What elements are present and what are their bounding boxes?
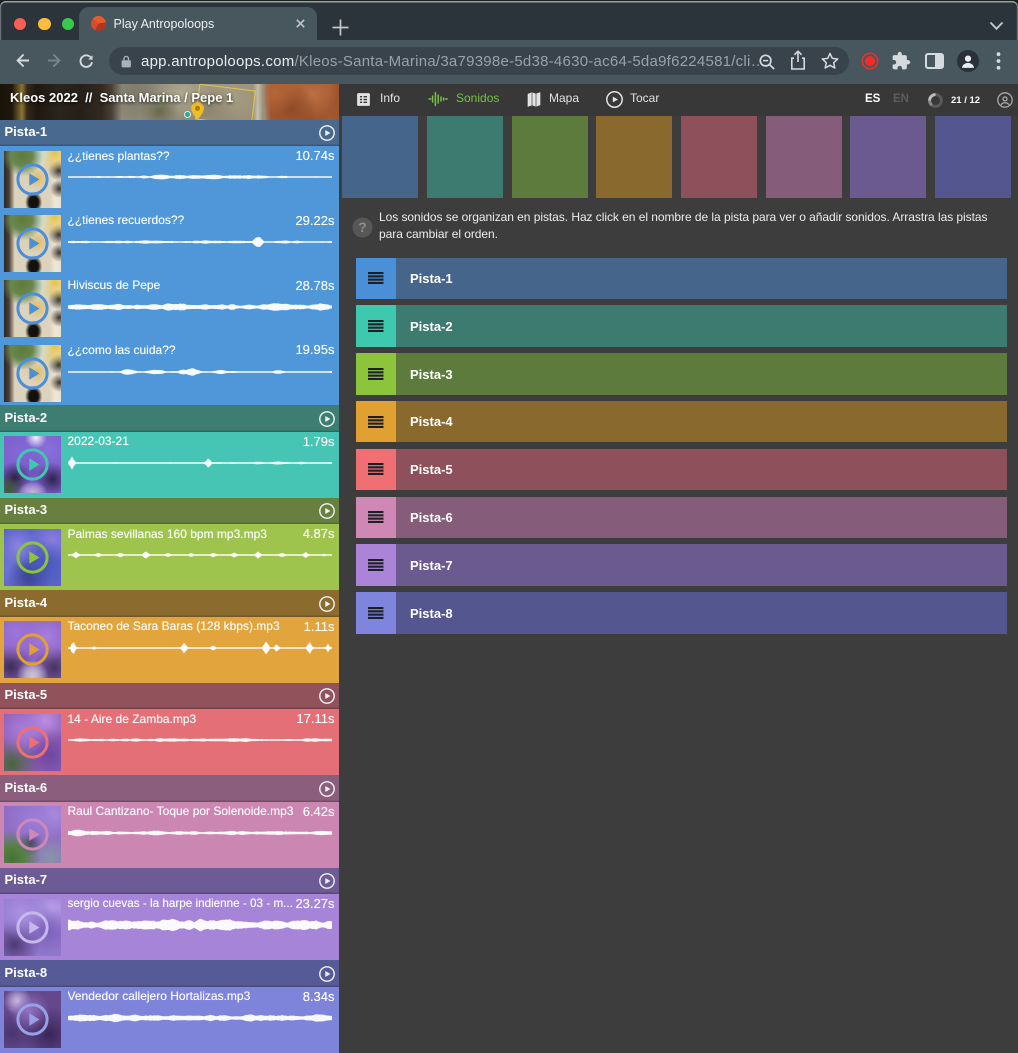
svg-text:?: ?	[358, 220, 366, 235]
